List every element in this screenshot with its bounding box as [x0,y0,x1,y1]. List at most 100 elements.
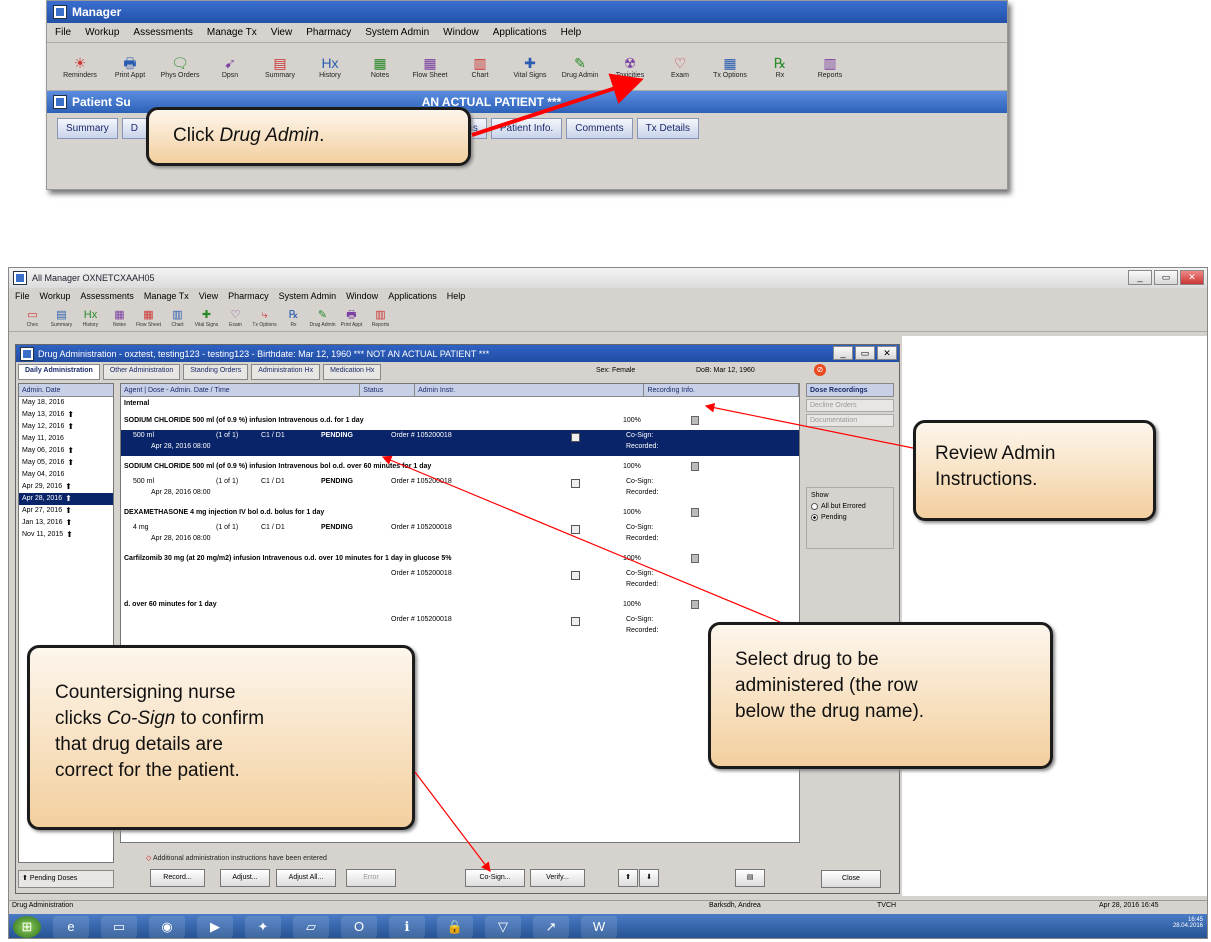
menu-workup[interactable]: Workup [40,291,71,301]
info-icon[interactable]: ℹ [389,916,425,938]
media-icon[interactable]: ▶ [197,916,233,938]
date-row[interactable]: May 18, 2016 [19,397,113,409]
menu-pharmacy[interactable]: Pharmacy [228,291,269,301]
toolbar-vital-signs-button[interactable]: ✚ Vital Signs [507,54,553,79]
admin-dose-row[interactable]: 500 ml (1 of 1) C1 / D1 PENDING Order # 1052… [121,430,799,456]
toolbar-reports-button[interactable]: ▥ Reports [367,308,394,328]
toolbar-notes-button[interactable]: ▦ Notes [106,308,133,328]
toolbar-notes-button[interactable]: ▦ Notes [357,54,403,79]
toolbar-summary-button[interactable]: ▤ Summary [257,54,303,79]
move-up-button[interactable]: ⬆ [618,869,638,887]
tab-comments[interactable]: Comments [566,117,633,139]
admin-instructions-icon[interactable] [691,461,699,471]
chart-app-icon[interactable]: ↗ [533,916,569,938]
decline-orders-button[interactable]: Decline Orders [806,399,894,412]
menu-pharmacy[interactable]: Pharmacy [306,27,351,38]
tab-standing-orders[interactable]: Standing Orders [183,364,249,380]
tab-tx-details[interactable]: Tx Details [636,117,700,139]
alert-icon[interactable]: ⊘ [814,364,826,376]
filter-app-icon[interactable]: ▽ [485,916,521,938]
menu-help[interactable]: Help [561,27,582,38]
toolbar-exam-button[interactable]: ♡ Exam [657,54,703,79]
toolbar-rx-button[interactable]: ℞ Rx [280,308,307,328]
admin-instructions-icon[interactable] [691,599,699,609]
toolbar-chart-button[interactable]: ▥ Chart [457,54,503,79]
date-row[interactable]: May 11, 2016 [19,433,113,445]
date-row[interactable]: Apr 28, 2016 ⬆ [19,493,113,505]
move-down-button[interactable]: ⬇ [639,869,659,887]
menu-window[interactable]: Window [443,27,479,38]
print-button[interactable]: ▤ [735,869,765,887]
toolbar-exam-button[interactable]: ♡ Exam [222,308,249,328]
word-icon[interactable]: W [581,916,617,938]
tab-summary[interactable]: Summary [57,117,118,139]
minimize-button[interactable]: _ [1128,270,1152,285]
toolbar-reminders-button[interactable]: ☀ Reminders [57,54,103,79]
ie-icon[interactable]: e [53,916,89,938]
grid-header-agent-dose-admin-date-time[interactable]: Agent | Dose - Admin. Date / Time [121,384,361,396]
drug-minimize-button[interactable]: _ [833,346,853,360]
row-checkbox-icon[interactable] [571,571,580,580]
toolbar-tx-options-button[interactable]: ▦ Tx Options [707,54,753,79]
verify-button[interactable]: Verify... [530,869,585,887]
chrome-icon[interactable]: ◉ [149,916,185,938]
date-row[interactable]: Nov 11, 2015 ⬆ [19,529,113,541]
toolbar-rx-button[interactable]: ℞ Rx [757,54,803,79]
start-button-icon[interactable]: ⊞ [13,916,41,938]
date-row[interactable]: May 06, 2016 ⬆ [19,445,113,457]
admin-dose-row[interactable]: 4 mg (1 of 1) C1 / D1 PENDING Order # 105200… [121,522,799,548]
menu-workup[interactable]: Workup [85,27,119,38]
toolbar-history-button[interactable]: Hx History [307,54,353,79]
toolbar-tx-options-button[interactable]: ⤷ Tx Options [251,308,278,328]
tab-administration-hx[interactable]: Administration Hx [251,364,321,380]
admin-dose-row[interactable]: 500 ml (1 of 1) C1 / D1 PENDING Order # 1052… [121,476,799,502]
toolbar-flow-sheet-button[interactable]: ▦ Flow Sheet [407,54,453,79]
acrobat-icon[interactable]: ✦ [245,916,281,938]
close-button[interactable]: Close [821,870,881,888]
menu-file[interactable]: File [15,291,30,301]
documentation-button[interactable]: Documentation [806,414,894,427]
record-button[interactable]: Record... [150,869,205,887]
date-row[interactable]: May 12, 2016 ⬆ [19,421,113,433]
toolbar-chart-button[interactable]: ▥ Chart [164,308,191,328]
menu-window[interactable]: Window [346,291,378,301]
toolbar-dpsn-button[interactable]: ➹ Dpsn [207,54,253,79]
toolbar-print-appt-button[interactable]: 🖶 Print Appt [107,54,153,79]
error-button[interactable]: Error [346,869,396,887]
tab-d[interactable]: D [121,117,148,139]
toolbar-toxicities-button[interactable]: ☢ Toxicities [607,54,653,79]
pending-doses-button[interactable]: ⬆ Pending Doses [18,870,114,888]
grid-header-status[interactable]: Status [360,384,416,396]
close-window-button[interactable]: ✕ [1180,270,1204,285]
toolbar-chec-button[interactable]: ▭ Chec [19,308,46,328]
toolbar-drug-admin-button[interactable]: ✎ Drug Admin [557,54,603,79]
date-row[interactable]: Jan 13, 2016 ⬆ [19,517,113,529]
menu-assessments[interactable]: Assessments [80,291,134,301]
admin-dose-row[interactable]: Order # 105200018 Co-Sign: Recorded: [121,614,799,640]
row-checkbox-icon[interactable] [571,433,580,442]
date-row[interactable]: Apr 27, 2016 ⬆ [19,505,113,517]
menu-assessments[interactable]: Assessments [133,27,192,38]
row-checkbox-icon[interactable] [571,617,580,626]
toolbar-drug-admin-button[interactable]: ✎ Drug Admin [309,308,336,328]
toolbar-history-button[interactable]: Hx History [77,308,104,328]
menu-file[interactable]: File [55,27,71,38]
admin-instructions-icon[interactable] [691,553,699,563]
drug-close-button[interactable]: ✕ [877,346,897,360]
admin-instructions-icon[interactable] [691,415,699,425]
admin-dose-row[interactable]: Order # 105200018 Co-Sign: Recorded: [121,568,799,594]
toolbar-vital-signs-button[interactable]: ✚ Vital Signs [193,308,220,328]
toolbar-print-appt-button[interactable]: 🖶 Print Appt [338,308,365,328]
date-row[interactable]: Apr 29, 2016 ⬆ [19,481,113,493]
grid-header-recording-info[interactable]: Recording Info. [644,384,799,396]
grid-header-admin-instr[interactable]: Admin Instr. [415,384,645,396]
toolbar-phys-orders-button[interactable]: 🗨 Phys Orders [157,54,203,79]
menu-applications[interactable]: Applications [493,27,547,38]
menu-view[interactable]: View [199,291,218,301]
date-row[interactable]: May 13, 2016 ⬆ [19,409,113,421]
tab-other-administration[interactable]: Other Administration [102,364,181,380]
row-checkbox-icon[interactable] [571,479,580,488]
menu-system-admin[interactable]: System Admin [279,291,337,301]
lock-icon[interactable]: 🔒 [437,916,473,938]
outlook-icon[interactable]: O [341,916,377,938]
